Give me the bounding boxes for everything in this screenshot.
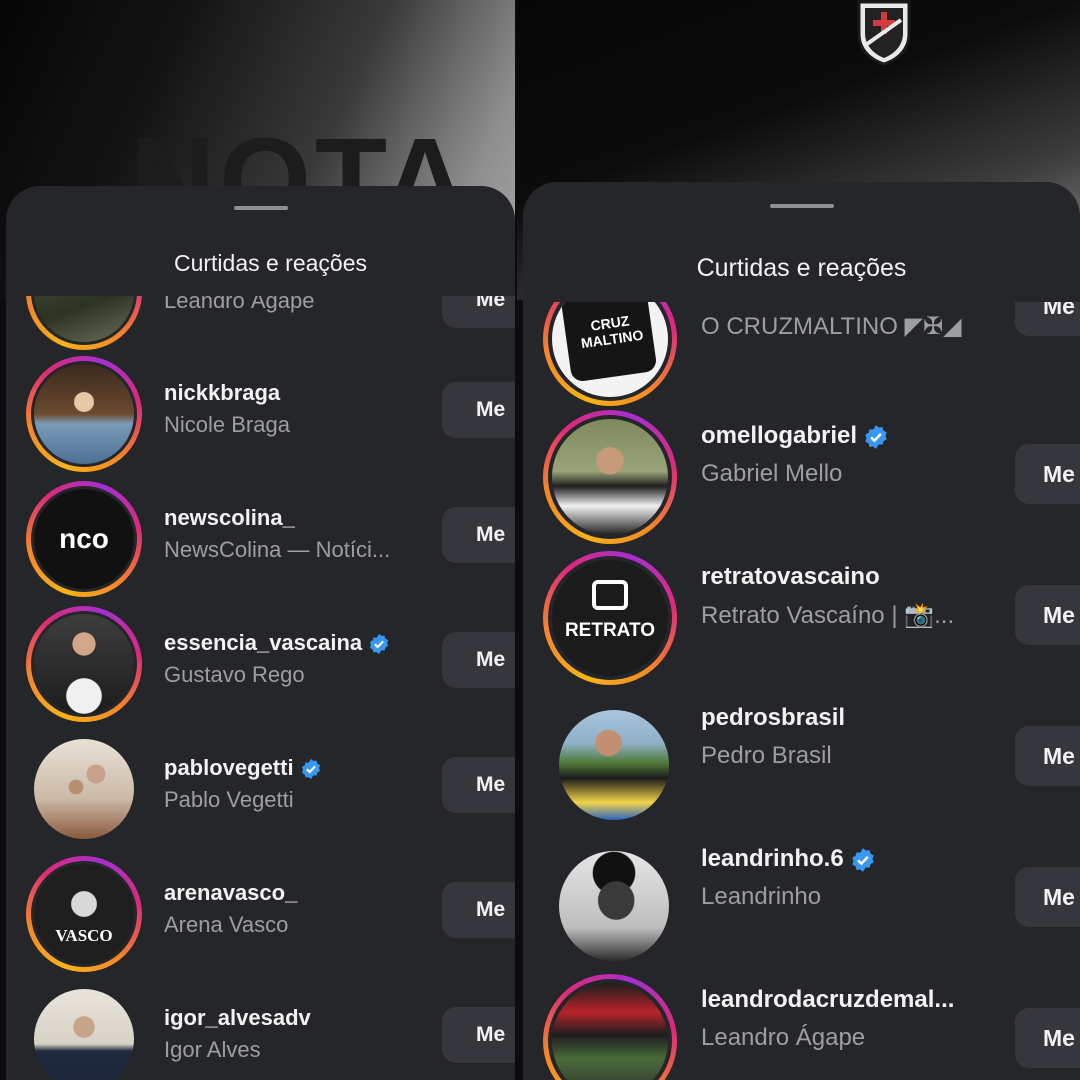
- fullname: Pedro Brasil: [701, 742, 832, 769]
- follow-button[interactable]: Me: [442, 1007, 515, 1063]
- avatar[interactable]: [34, 364, 134, 464]
- username[interactable]: essencia_vascaina: [164, 630, 390, 656]
- avatar[interactable]: [552, 419, 668, 535]
- follow-button[interactable]: Me: [442, 507, 515, 563]
- fullname: Igor Alves: [164, 1037, 261, 1062]
- left-screenshot: NOTA Curtidas e reações Leandro Ágape Me…: [0, 0, 515, 1080]
- avatar[interactable]: [559, 851, 669, 961]
- verified-badge-icon: [865, 424, 887, 449]
- follow-button[interactable]: Me: [1015, 444, 1080, 504]
- likes-list[interactable]: Leandro Ágape Me nickkbraga Nicole Braga…: [6, 296, 515, 1080]
- avatar[interactable]: [559, 710, 669, 820]
- likes-bottom-sheet: Curtidas e reações Leandro Ágape Me nick…: [6, 186, 515, 1080]
- username[interactable]: igor_alvesadv: [164, 1005, 311, 1031]
- follow-button[interactable]: Me: [442, 882, 515, 938]
- list-item[interactable]: VASCO arenavasco_ Arena Vasco Me: [6, 856, 515, 976]
- list-item[interactable]: igor_alvesadv Igor Alves Me: [6, 981, 515, 1080]
- verified-badge-icon: [301, 759, 320, 780]
- avatar[interactable]: VASCO: [34, 864, 134, 964]
- follow-button[interactable]: Me: [442, 296, 515, 328]
- username[interactable]: leandrinho.6: [701, 845, 876, 873]
- username[interactable]: omellogabriel: [701, 422, 889, 450]
- fullname: O CRUZMALTINO ◤✠◢: [701, 313, 962, 340]
- avatar-logo-text: RETRATO: [564, 620, 656, 641]
- avatar[interactable]: [34, 739, 134, 839]
- right-screenshot: Curtidas e reações CRUZ MALTINO o cruzmal…: [517, 0, 1080, 1080]
- follow-button[interactable]: Me: [1015, 867, 1080, 927]
- fullname: Retrato Vascaíno | 📸...: [701, 602, 955, 629]
- likes-list[interactable]: CRUZ MALTINO ocruzmaltino O CRUZMALTINO …: [523, 302, 1080, 1080]
- sheet-drag-handle[interactable]: [233, 206, 288, 210]
- follow-button[interactable]: Me: [1015, 585, 1080, 645]
- fullname: Leandrinho: [701, 883, 822, 910]
- sheet-title: Curtidas e reações: [696, 254, 907, 282]
- sheet-title: Curtidas e reações: [173, 250, 368, 276]
- username[interactable]: leandrodacruzdemal...: [701, 986, 954, 1014]
- follow-button[interactable]: Me: [442, 757, 515, 813]
- fullname: Leandro Ágape: [701, 1024, 866, 1051]
- sheet-drag-handle[interactable]: [769, 204, 834, 208]
- fullname: Arena Vasco: [164, 912, 289, 937]
- avatar[interactable]: RETRATO: [552, 560, 668, 676]
- username[interactable]: retratovascaino: [701, 563, 880, 591]
- username-text[interactable]: leandrinho.6: [701, 845, 844, 872]
- list-item[interactable]: pablovegetti Pablo Vegetti Me: [6, 731, 515, 851]
- list-item[interactable]: CRUZ MALTINO ocruzmaltino O CRUZMALTINO …: [523, 302, 1080, 412]
- avatar[interactable]: nco: [34, 489, 134, 589]
- username[interactable]: pedrosbrasil: [701, 704, 845, 732]
- fullname: Gustavo Rego: [164, 662, 305, 687]
- list-item[interactable]: essencia_vascaina Gustavo Rego Me: [6, 606, 515, 726]
- follow-button[interactable]: Me: [442, 382, 515, 438]
- list-item[interactable]: omellogabriel Gabriel Mello Me: [523, 410, 1080, 550]
- verified-badge-icon: [370, 634, 389, 655]
- follow-button[interactable]: Me: [1015, 1008, 1080, 1068]
- avatar-logo-text: VASCO: [55, 926, 113, 945]
- list-item[interactable]: leandrinho.6 Leandrinho Me: [523, 833, 1080, 973]
- fullname: NewsColina — Notíci...: [164, 537, 391, 562]
- follow-button[interactable]: Me: [1015, 302, 1080, 336]
- follow-button[interactable]: Me: [442, 632, 515, 688]
- fullname: Gabriel Mello: [701, 460, 843, 487]
- list-item[interactable]: pedrosbrasil Pedro Brasil Me: [523, 692, 1080, 832]
- likes-bottom-sheet: Curtidas e reações CRUZ MALTINO o cruzmal…: [523, 182, 1080, 1080]
- verified-badge-icon: [851, 847, 874, 872]
- avatar[interactable]: [34, 989, 134, 1080]
- username[interactable]: pablovegetti: [164, 755, 322, 781]
- fullname: Pablo Vegetti: [164, 787, 294, 812]
- avatar[interactable]: [34, 614, 134, 714]
- list-item[interactable]: RETRATO retratovascaino Retrato Vascaíno…: [523, 551, 1080, 691]
- list-item[interactable]: leandrodacruzdemal... Leandro Ágape Me: [523, 974, 1080, 1080]
- username-text[interactable]: essencia_vascaina: [164, 630, 362, 655]
- username-text[interactable]: omellogabriel: [701, 422, 857, 449]
- follow-button[interactable]: Me: [1015, 726, 1080, 786]
- username[interactable]: newscolina_: [164, 505, 295, 531]
- fullname: Leandro Ágape: [164, 296, 315, 313]
- list-item[interactable]: nco newscolina_ NewsColina — Notíci... M…: [6, 481, 515, 601]
- username-text[interactable]: pablovegetti: [164, 755, 294, 780]
- list-item[interactable]: Leandro Ágape Me: [6, 296, 515, 354]
- username[interactable]: arenavasco_: [164, 880, 297, 906]
- club-crest-icon: [857, 0, 911, 66]
- avatar-logo-text: nco: [59, 523, 109, 554]
- username[interactable]: nickkbraga: [164, 380, 280, 406]
- list-item[interactable]: nickkbraga Nicole Braga Me: [6, 356, 515, 476]
- fullname: Nicole Braga: [164, 412, 290, 437]
